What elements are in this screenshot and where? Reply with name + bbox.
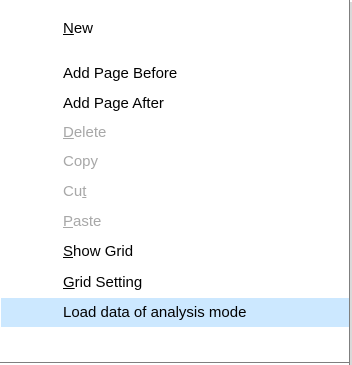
menu-item-copy: Copy bbox=[1, 147, 349, 176]
context-menu: New Add Page Before Add Page After Delet… bbox=[0, 0, 349, 362]
menu-item-delete: Delete bbox=[1, 118, 349, 147]
menu-item-new[interactable]: New bbox=[1, 14, 349, 43]
menu-item-grid-setting[interactable]: Grid Setting bbox=[1, 268, 349, 297]
menu-item-cut: Cut bbox=[1, 177, 349, 206]
menu-item-label: Cut bbox=[63, 183, 87, 200]
menu-item-label: New bbox=[63, 20, 94, 37]
menu-border-bottom bbox=[0, 362, 350, 363]
menu-item-add-page-after[interactable]: Add Page After bbox=[1, 89, 349, 118]
menu-item-load-data-analysis-mode[interactable]: Load data of analysis mode bbox=[1, 298, 349, 327]
context-menu-frame: New Add Page Before Add Page After Delet… bbox=[0, 0, 352, 365]
menu-item-label: Grid Setting bbox=[63, 274, 143, 291]
menu-item-label: Load data of analysis mode bbox=[63, 304, 247, 321]
menu-item-label: Copy bbox=[63, 153, 99, 170]
menu-item-paste: Paste bbox=[1, 207, 349, 236]
menu-item-add-page-before[interactable]: Add Page Before bbox=[1, 59, 349, 88]
menu-item-show-grid[interactable]: Show Grid bbox=[1, 237, 349, 266]
menu-item-label: Delete bbox=[63, 124, 107, 141]
menu-item-label: Add Page Before bbox=[63, 65, 178, 82]
menu-item-label: Add Page After bbox=[63, 95, 164, 112]
menu-item-label: Show Grid bbox=[63, 243, 134, 260]
menu-item-label: Paste bbox=[63, 213, 102, 230]
